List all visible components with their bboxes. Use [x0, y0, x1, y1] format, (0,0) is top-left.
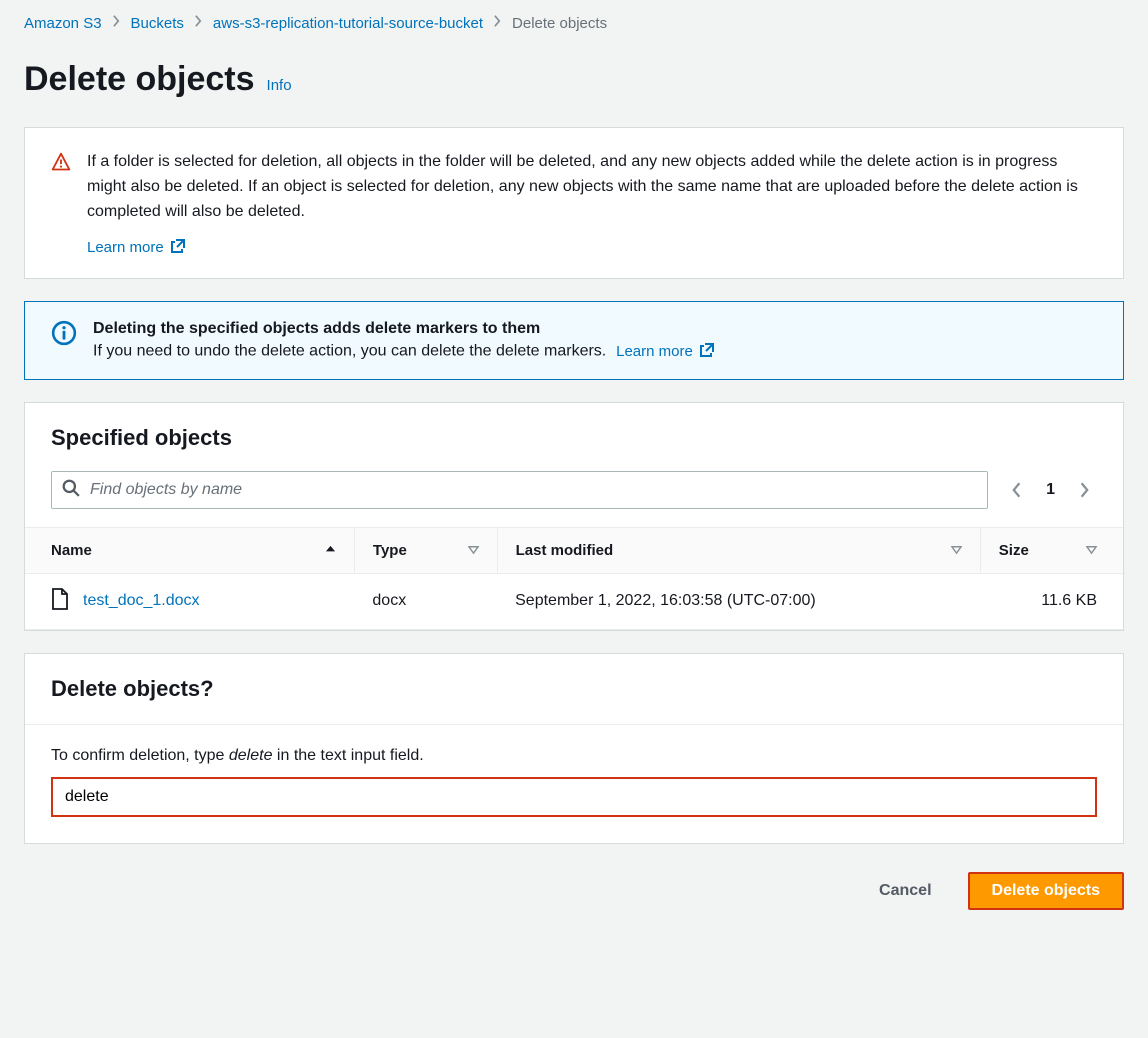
object-size: 11.6 KB — [980, 573, 1123, 629]
sort-asc-icon — [325, 542, 336, 559]
page-title: Delete objects — [24, 60, 255, 99]
file-icon — [51, 588, 69, 615]
object-type: docx — [354, 573, 497, 629]
col-header-modified[interactable]: Last modified — [497, 527, 980, 573]
warning-panel: If a folder is selected for deletion, al… — [24, 127, 1124, 279]
page-title-row: Delete objects Info — [24, 46, 1124, 127]
object-name-link[interactable]: test_doc_1.docx — [83, 592, 200, 610]
page-prev-button[interactable] — [1010, 481, 1022, 499]
specified-heading: Specified objects — [51, 425, 1097, 451]
external-link-icon — [699, 342, 715, 360]
info-learn-more-link[interactable]: Learn more — [616, 343, 693, 360]
info-banner: Deleting the specified objects adds dele… — [24, 301, 1124, 380]
cancel-button[interactable]: Cancel — [863, 872, 947, 910]
breadcrumb-link-bucket-name[interactable]: aws-s3-replication-tutorial-source-bucke… — [213, 15, 483, 32]
objects-table: Name Type Last — [25, 527, 1123, 630]
warning-icon — [51, 152, 71, 256]
info-link[interactable]: Info — [267, 77, 292, 94]
specified-objects-panel: Specified objects 1 Name — [24, 402, 1124, 631]
confirm-input[interactable] — [51, 777, 1097, 817]
page-number: 1 — [1046, 481, 1055, 499]
confirm-panel: Delete objects? To confirm deletion, typ… — [24, 653, 1124, 844]
table-row: test_doc_1.docx docx September 1, 2022, … — [25, 573, 1123, 629]
delete-objects-button[interactable]: Delete objects — [968, 872, 1124, 910]
sort-icon — [468, 542, 479, 559]
search-icon — [62, 479, 80, 500]
col-header-name[interactable]: Name — [25, 527, 354, 573]
chevron-right-icon — [493, 14, 502, 32]
info-banner-desc: If you need to undo the delete action, y… — [93, 343, 606, 360]
info-icon — [51, 320, 77, 361]
sort-icon — [1086, 542, 1097, 559]
warning-text: If a folder is selected for deletion, al… — [87, 150, 1097, 224]
page-next-button[interactable] — [1079, 481, 1091, 499]
breadcrumb: Amazon S3 Buckets aws-s3-replication-tut… — [24, 12, 1124, 46]
external-link-icon — [170, 238, 186, 256]
info-banner-title: Deleting the specified objects adds dele… — [93, 320, 715, 338]
breadcrumb-link-s3[interactable]: Amazon S3 — [24, 15, 102, 32]
sort-icon — [951, 542, 962, 559]
col-header-type[interactable]: Type — [354, 527, 497, 573]
search-input[interactable] — [90, 481, 977, 499]
col-header-size[interactable]: Size — [980, 527, 1123, 573]
confirm-heading: Delete objects? — [51, 676, 1097, 702]
footer-actions: Cancel Delete objects — [24, 866, 1124, 910]
breadcrumb-link-buckets[interactable]: Buckets — [131, 15, 184, 32]
learn-more-link[interactable]: Learn more — [87, 239, 164, 256]
confirm-prompt: To confirm deletion, type delete in the … — [51, 747, 1097, 765]
pagination: 1 — [1004, 481, 1097, 499]
search-box[interactable] — [51, 471, 988, 509]
object-modified: September 1, 2022, 16:03:58 (UTC-07:00) — [497, 573, 980, 629]
chevron-right-icon — [112, 14, 121, 32]
chevron-right-icon — [194, 14, 203, 32]
breadcrumb-current: Delete objects — [512, 15, 607, 32]
